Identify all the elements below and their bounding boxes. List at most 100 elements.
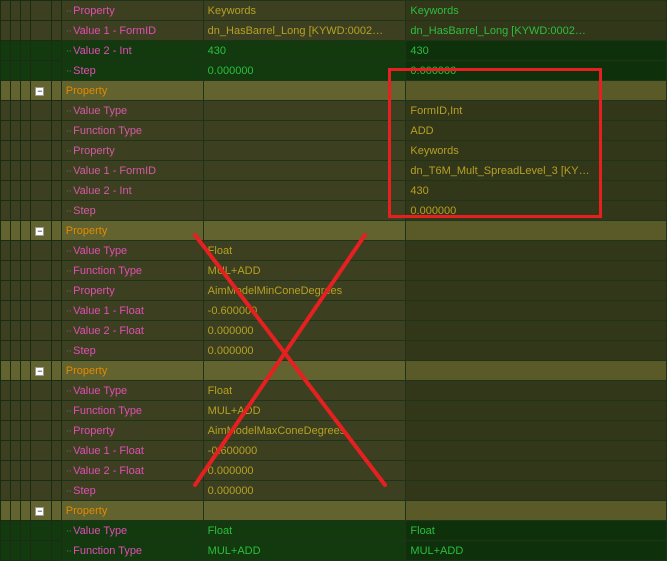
value-col-1[interactable]: 0.000000 — [203, 461, 406, 481]
field-label[interactable]: Value 1 - Float — [61, 441, 203, 461]
value-col-2[interactable]: 430 — [406, 41, 667, 61]
field-label[interactable]: Property — [61, 421, 203, 441]
value-col-1[interactable]: 0.000000 — [203, 341, 406, 361]
property-header-label[interactable]: Property — [61, 501, 203, 521]
collapse-icon[interactable]: − — [35, 87, 44, 96]
field-label[interactable]: Value Type — [61, 381, 203, 401]
value-col-2[interactable]: ADD — [406, 121, 667, 141]
value-col-1[interactable]: Float — [203, 521, 406, 541]
table-row[interactable]: Step 0.000000 — [1, 201, 667, 221]
value-col-2[interactable]: 0.000000 — [406, 61, 667, 81]
table-row[interactable]: Value Type FormID,Int — [1, 101, 667, 121]
value-col-1[interactable] — [203, 141, 406, 161]
value-col-2[interactable] — [406, 481, 667, 501]
value-col-2[interactable] — [406, 261, 667, 281]
field-label[interactable]: Value Type — [61, 101, 203, 121]
value-col-1[interactable] — [203, 201, 406, 221]
table-row[interactable]: Value 1 - FormIDdn_T6M_Mult_SpreadLevel_… — [1, 161, 667, 181]
value-col-2[interactable] — [406, 321, 667, 341]
property-header-col1[interactable] — [203, 501, 406, 521]
value-col-1[interactable] — [203, 161, 406, 181]
value-col-2[interactable]: 430 — [406, 181, 667, 201]
field-label[interactable]: Value 2 - Int — [61, 181, 203, 201]
field-label[interactable]: Value 2 - Int — [61, 41, 203, 61]
field-label[interactable]: Step — [61, 341, 203, 361]
property-header-col2[interactable] — [406, 81, 667, 101]
field-label[interactable]: Step — [61, 481, 203, 501]
field-label[interactable]: Step — [61, 201, 203, 221]
table-row[interactable]: Step0.000000 — [1, 341, 667, 361]
table-row[interactable]: Function TypeMUL+ADDMUL+ADD — [1, 541, 667, 561]
property-header-col2[interactable] — [406, 361, 667, 381]
value-col-1[interactable]: AimModelMaxConeDegrees — [203, 421, 406, 441]
value-col-2[interactable] — [406, 281, 667, 301]
value-col-1[interactable]: Float — [203, 381, 406, 401]
value-col-1[interactable]: 0.000000 — [203, 481, 406, 501]
table-row[interactable]: Value 2 - Float0.000000 — [1, 321, 667, 341]
table-row[interactable]: Function Type ADD — [1, 121, 667, 141]
value-col-2[interactable] — [406, 421, 667, 441]
field-label[interactable]: Step — [61, 61, 203, 81]
table-row[interactable]: Value 2 - Int430430 — [1, 41, 667, 61]
value-col-2[interactable]: FormID,Int — [406, 101, 667, 121]
value-col-2[interactable]: Float — [406, 521, 667, 541]
value-col-1[interactable]: MUL+ADD — [203, 261, 406, 281]
field-label[interactable]: Function Type — [61, 541, 203, 561]
value-col-2[interactable]: Keywords — [406, 141, 667, 161]
value-col-1[interactable]: -0.600000 — [203, 301, 406, 321]
table-row[interactable]: PropertyKeywordsKeywords — [1, 1, 667, 21]
value-col-1[interactable]: Float — [203, 241, 406, 261]
value-col-2[interactable] — [406, 401, 667, 421]
value-col-1[interactable]: dn_HasBarrel_Long [KYWD:0002… — [203, 21, 406, 41]
value-col-1[interactable]: AimModelMinConeDegrees — [203, 281, 406, 301]
table-row[interactable]: Step0.0000000.000000 — [1, 61, 667, 81]
property-header-col2[interactable] — [406, 221, 667, 241]
field-label[interactable]: Value 1 - FormID — [61, 21, 203, 41]
field-label[interactable]: Value 2 - Float — [61, 321, 203, 341]
table-row[interactable]: PropertyAimModelMinConeDegrees — [1, 281, 667, 301]
table-row[interactable]: PropertyKeywords — [1, 141, 667, 161]
value-col-1[interactable]: MUL+ADD — [203, 541, 406, 561]
collapse-icon[interactable]: − — [35, 227, 44, 236]
property-header-col1[interactable] — [203, 221, 406, 241]
table-row[interactable]: Value TypeFloat — [1, 241, 667, 261]
value-col-1[interactable]: Keywords — [203, 1, 406, 21]
field-label[interactable]: Function Type — [61, 121, 203, 141]
value-col-2[interactable] — [406, 241, 667, 261]
property-header-col1[interactable] — [203, 81, 406, 101]
table-row[interactable]: Function TypeMUL+ADD — [1, 401, 667, 421]
value-col-1[interactable] — [203, 101, 406, 121]
table-row[interactable]: PropertyAimModelMaxConeDegrees — [1, 421, 667, 441]
collapse-icon[interactable]: − — [35, 507, 44, 516]
field-label[interactable]: Value 1 - FormID — [61, 161, 203, 181]
field-label[interactable]: Function Type — [61, 261, 203, 281]
field-label[interactable]: Value 2 - Float — [61, 461, 203, 481]
value-col-1[interactable]: 0.000000 — [203, 61, 406, 81]
field-label[interactable]: Function Type — [61, 401, 203, 421]
value-col-2[interactable] — [406, 341, 667, 361]
table-row[interactable]: Value TypeFloatFloat — [1, 521, 667, 541]
table-row[interactable]: Value 2 - Float0.000000 — [1, 461, 667, 481]
collapse-icon[interactable]: − — [35, 367, 44, 376]
value-col-2[interactable]: 0.000000 — [406, 201, 667, 221]
table-row[interactable]: Value 1 - FormIDdn_HasBarrel_Long [KYWD:… — [1, 21, 667, 41]
field-label[interactable]: Value Type — [61, 521, 203, 541]
value-col-2[interactable]: dn_HasBarrel_Long [KYWD:0002… — [406, 21, 667, 41]
table-row[interactable]: Value 1 - Float-0.600000 — [1, 441, 667, 461]
property-header-label[interactable]: Property — [61, 221, 203, 241]
value-col-1[interactable]: MUL+ADD — [203, 401, 406, 421]
table-row[interactable]: Function TypeMUL+ADD — [1, 261, 667, 281]
property-header-col1[interactable] — [203, 361, 406, 381]
value-col-1[interactable] — [203, 181, 406, 201]
field-label[interactable]: Property — [61, 281, 203, 301]
field-label[interactable]: Value 1 - Float — [61, 301, 203, 321]
value-col-2[interactable]: Keywords — [406, 1, 667, 21]
field-label[interactable]: Value Type — [61, 241, 203, 261]
value-col-1[interactable]: 0.000000 — [203, 321, 406, 341]
field-label[interactable]: Property — [61, 1, 203, 21]
value-col-1[interactable]: 430 — [203, 41, 406, 61]
value-col-2[interactable] — [406, 381, 667, 401]
value-col-2[interactable]: MUL+ADD — [406, 541, 667, 561]
property-header-label[interactable]: Property — [61, 81, 203, 101]
value-col-2[interactable] — [406, 301, 667, 321]
